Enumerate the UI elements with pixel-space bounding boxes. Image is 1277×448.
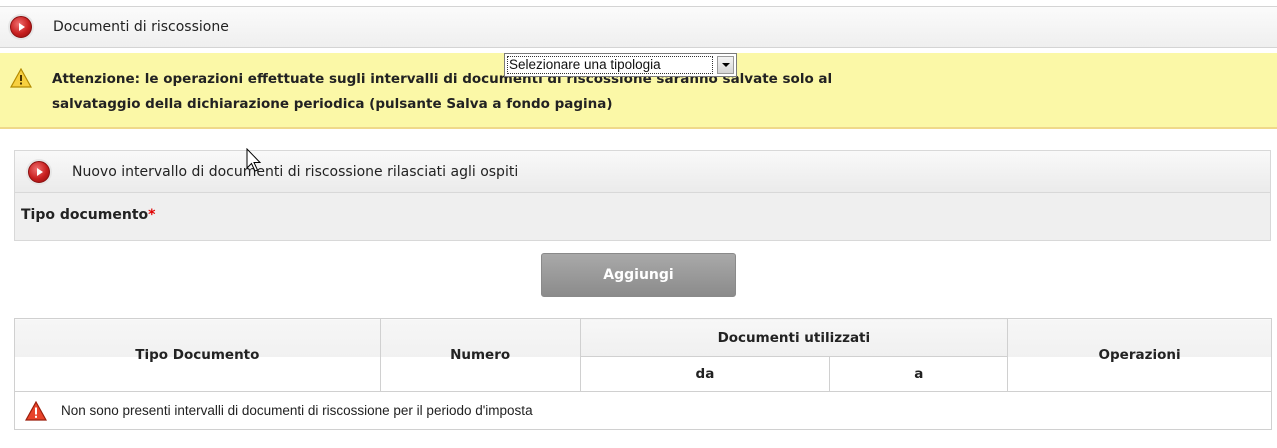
red-circle-play-icon bbox=[28, 160, 50, 183]
new-interval-panel-header: Nuovo intervallo di documenti di riscoss… bbox=[15, 151, 1270, 193]
add-button[interactable]: Aggiungi bbox=[541, 253, 736, 297]
intervals-table: Tipo Documento Numero Documenti utilizza… bbox=[14, 318, 1272, 430]
empty-row: Non sono presenti intervalli di document… bbox=[14, 391, 1272, 430]
red-circle-play-icon bbox=[10, 16, 32, 38]
red-warning-triangle-icon bbox=[25, 400, 47, 421]
col-header-operazioni: Operazioni bbox=[1007, 318, 1272, 392]
tipo-documento-select-value[interactable]: Selezionare una tipologia bbox=[507, 56, 713, 74]
col-header-documenti-utilizzati: Documenti utilizzati bbox=[579, 318, 1009, 357]
empty-message: Non sono presenti intervalli di document… bbox=[61, 403, 533, 418]
new-interval-panel: Nuovo intervallo di documenti di riscoss… bbox=[14, 150, 1271, 241]
required-marker: * bbox=[148, 207, 156, 223]
new-interval-title: Nuovo intervallo di documenti di riscoss… bbox=[72, 163, 519, 180]
section-header: Documenti di riscossione bbox=[0, 6, 1277, 48]
tipo-documento-label: Tipo documento* bbox=[21, 207, 156, 223]
col-header-a: a bbox=[829, 356, 1009, 392]
tipo-documento-select[interactable]: Selezionare una tipologia bbox=[504, 53, 737, 77]
warning-triangle-icon bbox=[10, 68, 32, 88]
mouse-cursor-icon bbox=[246, 148, 262, 172]
section-title: Documenti di riscossione bbox=[53, 19, 229, 35]
col-header-numero: Numero bbox=[379, 318, 581, 392]
col-header-tipo-documento: Tipo Documento bbox=[14, 318, 381, 392]
col-header-da: da bbox=[579, 356, 831, 392]
tipo-documento-row: Tipo documento* bbox=[15, 193, 1270, 241]
warning-line-2: salvataggio della dichiarazione periodic… bbox=[52, 96, 613, 112]
chevron-down-icon[interactable] bbox=[717, 56, 734, 74]
